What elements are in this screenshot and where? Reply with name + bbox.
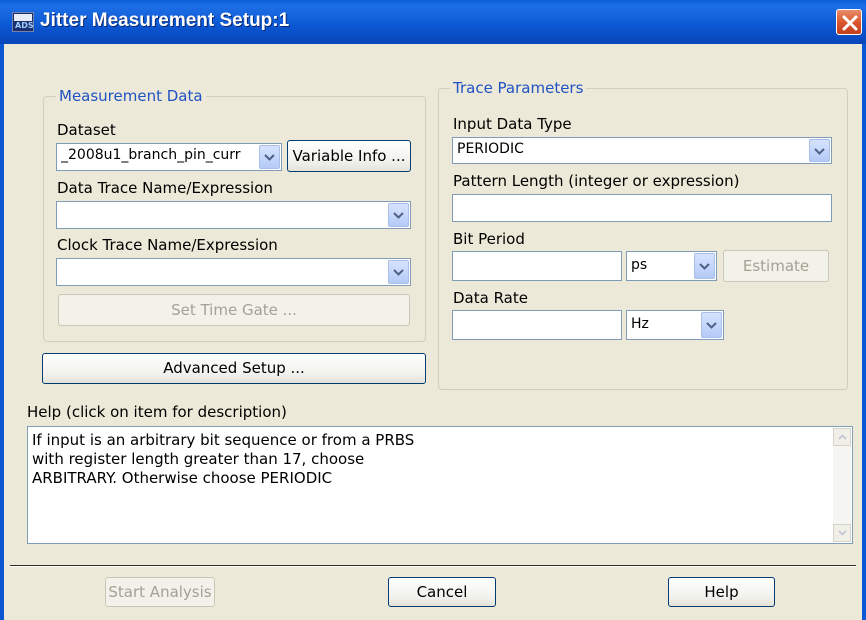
help-scrollbar[interactable] bbox=[833, 428, 851, 542]
dataset-combo[interactable]: _2008u1_branch_pin_curr bbox=[56, 143, 282, 171]
cancel-button[interactable]: Cancel bbox=[388, 577, 496, 607]
separator bbox=[10, 565, 856, 567]
clock-trace-combo[interactable] bbox=[56, 258, 411, 286]
bit-period-input[interactable] bbox=[452, 251, 622, 281]
window-title: Jitter Measurement Setup:1 bbox=[40, 10, 290, 31]
dataset-label: Dataset bbox=[57, 121, 116, 139]
start-analysis-button[interactable]: Start Analysis bbox=[105, 577, 215, 607]
pattern-length-label: Pattern Length (integer or expression) bbox=[453, 172, 740, 190]
chevron-down-icon bbox=[264, 154, 275, 161]
clock-trace-dropdown-button[interactable] bbox=[388, 260, 409, 284]
chevron-down-icon bbox=[699, 263, 710, 270]
data-trace-combo[interactable] bbox=[56, 201, 411, 229]
data-trace-label: Data Trace Name/Expression bbox=[57, 179, 273, 197]
close-button[interactable] bbox=[836, 9, 862, 35]
data-rate-unit-select[interactable]: Hz bbox=[626, 310, 724, 340]
app-icon: ADS bbox=[12, 12, 34, 32]
help-textbox[interactable]: If input is an arbitrary bit sequence or… bbox=[27, 426, 853, 544]
pattern-length-input[interactable] bbox=[452, 194, 832, 222]
bit-period-label: Bit Period bbox=[453, 230, 525, 248]
data-rate-unit-dropdown-button[interactable] bbox=[701, 312, 722, 338]
trace-parameters-legend: Trace Parameters bbox=[450, 79, 587, 97]
input-data-type-label: Input Data Type bbox=[453, 115, 572, 133]
close-icon bbox=[842, 15, 858, 31]
scroll-up-button[interactable] bbox=[833, 428, 851, 446]
clock-trace-label: Clock Trace Name/Expression bbox=[57, 236, 278, 254]
chevron-down-icon bbox=[814, 147, 825, 155]
chevron-down-icon bbox=[706, 322, 717, 329]
help-label: Help (click on item for description) bbox=[27, 403, 287, 421]
dataset-dropdown-button[interactable] bbox=[259, 145, 280, 169]
help-button[interactable]: Help bbox=[668, 577, 775, 607]
measurement-data-legend: Measurement Data bbox=[56, 87, 206, 105]
scroll-down-button[interactable] bbox=[833, 524, 851, 542]
variable-info-button[interactable]: Variable Info ... bbox=[287, 140, 411, 172]
chevron-down-icon bbox=[393, 212, 404, 219]
scroll-up-icon bbox=[838, 434, 847, 440]
estimate-button[interactable]: Estimate bbox=[723, 250, 829, 282]
data-rate-label: Data Rate bbox=[453, 289, 528, 307]
help-description: If input is an arbitrary bit sequence or… bbox=[32, 431, 415, 487]
input-data-type-select[interactable]: PERIODIC bbox=[452, 137, 832, 164]
scroll-down-icon bbox=[838, 530, 847, 536]
window-frame-right bbox=[862, 44, 866, 620]
input-data-type-dropdown-button[interactable] bbox=[809, 139, 830, 162]
bit-period-unit-dropdown-button[interactable] bbox=[694, 253, 715, 279]
chevron-down-icon bbox=[393, 269, 404, 276]
data-trace-dropdown-button[interactable] bbox=[388, 203, 409, 227]
set-time-gate-button[interactable]: Set Time Gate ... bbox=[58, 294, 410, 326]
advanced-setup-button[interactable]: Advanced Setup ... bbox=[42, 353, 426, 384]
bit-period-unit-select[interactable]: ps bbox=[626, 251, 717, 281]
data-rate-input[interactable] bbox=[452, 310, 622, 340]
window-frame-left bbox=[0, 44, 4, 620]
